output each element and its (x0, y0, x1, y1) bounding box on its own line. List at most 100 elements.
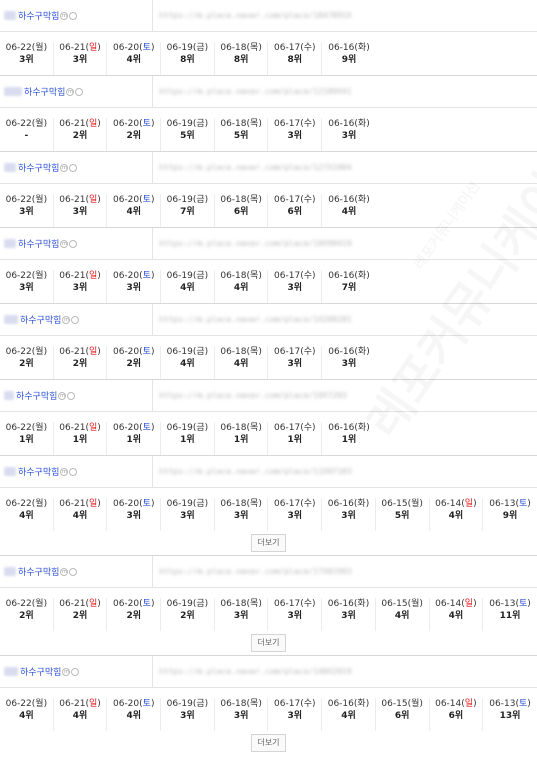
day-rank-cell: 06-22(월) 3위 (0, 194, 54, 227)
weekday: 토 (518, 699, 528, 709)
date-label: 06-18(목) (220, 423, 262, 433)
date-value: 06-18 (220, 423, 247, 433)
place-url[interactable]: https://m.place.naver.com/place/127X1904 (159, 163, 352, 172)
block-header: 하수구막힘 m https://m.place.naver.com/place/18… (0, 0, 537, 32)
weekday: 금 (196, 423, 205, 433)
rank-value: 2위 (19, 359, 34, 369)
date-value: 06-16 (328, 271, 355, 281)
weekday: 일 (464, 699, 474, 709)
day-rank-cell: 06-16(화) 9위 (322, 42, 376, 75)
more-button[interactable]: 더보기 (251, 634, 286, 652)
keyword-link[interactable]: 하수구막힘 (18, 161, 59, 174)
place-url[interactable]: https://m.place.naver.com/place/148X2019 (159, 667, 352, 676)
date-value: 06-16 (327, 699, 354, 709)
date-label: 06-22(월) (5, 599, 48, 609)
date-value: 06-14 (435, 699, 462, 709)
weekday: 토 (142, 699, 151, 709)
weekday: 금 (196, 271, 205, 281)
keyword-link[interactable]: 하수구막힘 (18, 465, 59, 478)
weekday: 화 (357, 499, 366, 509)
block-header: 하수구막힘 m https://m.place.naver.com/place/14… (0, 656, 537, 688)
weekday: 토 (142, 599, 151, 609)
url-cell: https://m.place.naver.com/place/12189X41 (153, 76, 537, 107)
place-url[interactable]: https://m.place.naver.com/place/12189X41 (159, 87, 352, 96)
rank-value: 4위 (180, 359, 195, 369)
weekday: 월 (411, 599, 420, 609)
date-label: 06-20(토) (112, 271, 155, 281)
date-label: 06-19(금) (166, 271, 209, 281)
rank-value: 2위 (126, 611, 141, 621)
place-url[interactable]: https://m.place.naver.com/place/1X209281 (159, 315, 352, 324)
weekday: 목 (250, 119, 259, 129)
date-value: 06-18 (220, 347, 247, 357)
weekday: 일 (88, 423, 98, 433)
day-rank-cell: 06-22(월) 4위 (0, 698, 54, 731)
place-url[interactable]: https://m.place.naver.com/place/17X81993 (159, 567, 352, 576)
date-label: 06-18(목) (220, 43, 262, 53)
keyword-link[interactable]: 하수구막힘 (20, 665, 61, 678)
rank-value: 1위 (19, 435, 34, 445)
mobile-badge-icon: m (62, 315, 71, 324)
rank-value: 3위 (19, 283, 34, 293)
weekday: 일 (464, 599, 474, 609)
rank-value: 1위 (180, 435, 195, 445)
weekday: 금 (196, 43, 205, 53)
keyword-link[interactable]: 하수구막힘 (20, 313, 61, 326)
date-label: 06-20(토) (112, 699, 155, 709)
date-value: 06-21 (59, 423, 86, 433)
weekday: 월 (411, 499, 420, 509)
rank-value: 3위 (233, 711, 249, 721)
rank-value: 1위 (233, 435, 249, 445)
day-rank-cell: 06-22(월) - (0, 118, 54, 151)
keyword-link[interactable]: 하수구막힘 (18, 565, 59, 578)
date-label: 06-16(화) (328, 195, 370, 205)
weekday: 수 (303, 347, 312, 357)
keyword-link[interactable]: 하수구막힘 (18, 9, 59, 22)
redacted-text (4, 567, 16, 576)
place-url[interactable]: https://m.place.naver.com/place/1847891X (159, 11, 352, 20)
weekday: 수 (303, 119, 312, 129)
more-row: 더보기 (0, 531, 537, 555)
day-rank-cell: 06-19(금) 4위 (161, 346, 215, 379)
keyword-block: 하수구막힘 m https://m.place.naver.com/place/19… (0, 379, 537, 455)
more-button[interactable]: 더보기 (251, 534, 286, 552)
day-rank-cell: 06-21(일) 3위 (54, 270, 108, 303)
date-value: 06-21 (59, 499, 86, 509)
keyword-link[interactable]: 하수구막힘 (24, 85, 65, 98)
weekday: 금 (196, 699, 205, 709)
date-label: 06-19(금) (166, 195, 209, 205)
rank-value: 4위 (394, 611, 410, 621)
keyword-link[interactable]: 하수구막힘 (18, 237, 59, 250)
keyword-cell: 하수구막힘 m (0, 556, 153, 587)
url-cell: https://m.place.naver.com/place/11X97183 (153, 456, 537, 487)
url-cell: https://m.place.naver.com/place/148X2019 (153, 656, 537, 687)
place-badge-icon (69, 11, 78, 20)
keyword-link[interactable]: 하수구막힘 (16, 389, 57, 402)
daily-rank-row: 06-22(월) 4위 06-21(일) 4위 06-20(토) 3위 06-19(금) 3위… (0, 488, 537, 531)
more-button[interactable]: 더보기 (251, 734, 286, 752)
rank-value: 2위 (126, 359, 141, 369)
rank-value: 4위 (448, 511, 464, 521)
weekday: 일 (88, 699, 98, 709)
keyword-cell: 하수구막힘 m (0, 380, 153, 411)
rank-value: 4위 (233, 359, 249, 369)
date-label: 06-15(월) (381, 699, 423, 709)
day-rank-cell: 06-16(화) 4위 (322, 194, 376, 227)
weekday: 일 (88, 271, 98, 281)
date-label: 06-16(화) (328, 43, 370, 53)
place-url[interactable]: https://m.place.naver.com/place/11X97183 (159, 467, 352, 476)
rank-value: 3위 (180, 711, 195, 721)
day-rank-cell: 06-21(일) 2위 (54, 346, 108, 379)
place-url[interactable]: https://m.place.naver.com/place/19X7203 (159, 391, 347, 400)
place-url[interactable]: https://m.place.naver.com/place/18X90419 (159, 239, 352, 248)
weekday: 목 (250, 195, 259, 205)
date-value: 06-20 (112, 599, 140, 609)
day-rank-cell: 06-14(일) 4위 (430, 498, 484, 531)
weekday: 목 (250, 423, 259, 433)
weekday: 월 (35, 699, 44, 709)
date-value: 06-22 (5, 119, 32, 129)
weekday: 월 (35, 347, 44, 357)
rank-value: 3위 (126, 511, 141, 521)
date-label: 06-19(금) (166, 423, 209, 433)
day-rank-cell: 06-22(월) 2위 (0, 346, 54, 379)
